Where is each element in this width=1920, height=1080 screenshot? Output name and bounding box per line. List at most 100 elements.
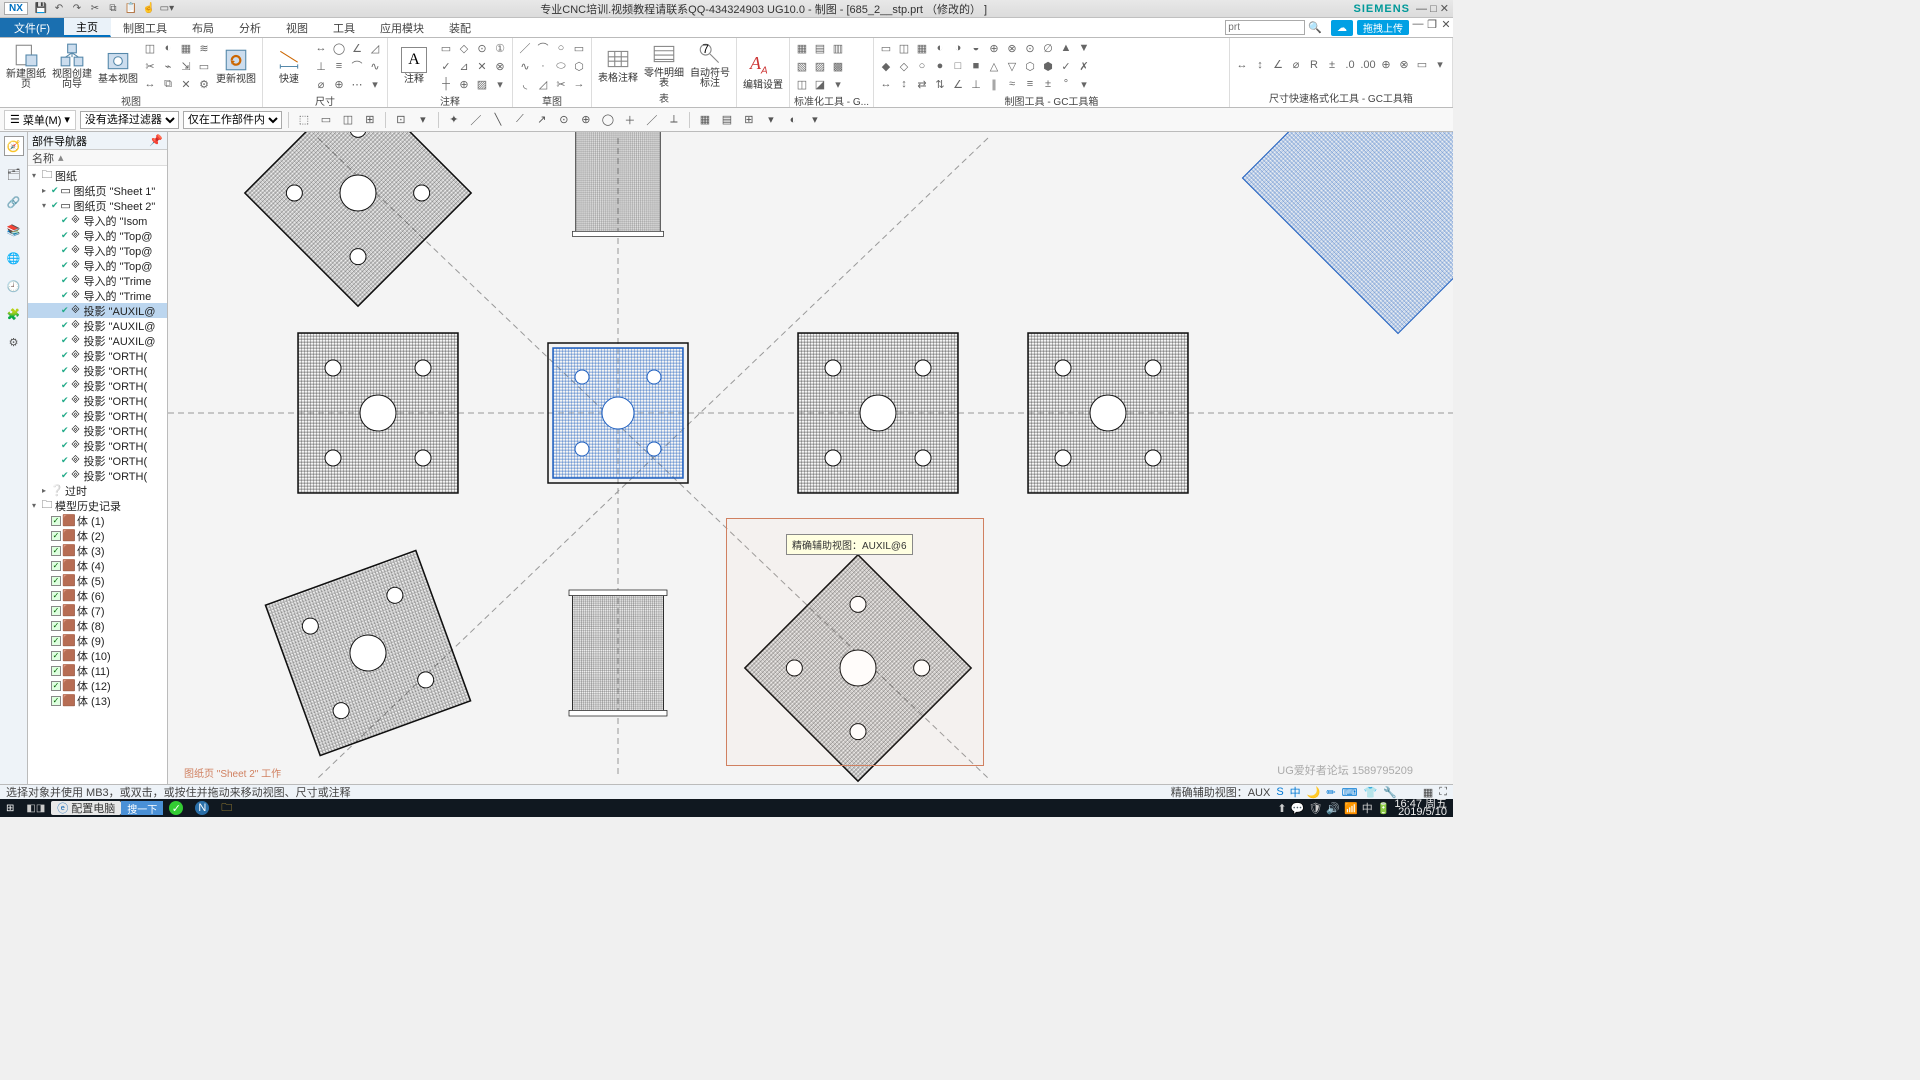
rapid-dimension-button[interactable]: 快速 <box>267 47 311 85</box>
view-align-icon[interactable]: ⇲ <box>178 58 194 74</box>
tray-icon[interactable]: 💬 <box>1291 802 1305 815</box>
delete-view-icon[interactable]: ✕ <box>178 76 194 92</box>
copy-view-icon[interactable]: ⧉ <box>160 76 176 92</box>
rect-icon[interactable]: ▭ <box>571 40 587 56</box>
constraint-navigator-tab[interactable]: 🔗 <box>4 192 24 212</box>
tray-icon[interactable]: 🛡 <box>1308 802 1322 815</box>
dq-icon[interactable]: .0 <box>1342 57 1358 73</box>
history-tab[interactable]: 🕘 <box>4 276 24 296</box>
gc-icon[interactable]: △ <box>986 58 1002 74</box>
gc-icon[interactable]: ○ <box>914 58 930 74</box>
gc-icon[interactable]: ◑ <box>950 40 966 56</box>
view-icon[interactable]: ▾ <box>762 111 780 129</box>
status-full-icon[interactable]: ⛶ <box>1439 786 1447 799</box>
tree-row[interactable]: ✔🞜投影 "AUXIL@ <box>28 318 167 333</box>
base-view-button[interactable]: 基本视图 <box>96 47 140 85</box>
dim-drop-icon[interactable]: ▾ <box>367 76 383 92</box>
snap-icon[interactable]: ＋ <box>621 111 639 129</box>
dq-icon[interactable]: .00 <box>1360 57 1376 73</box>
ann-more-icon[interactable]: ▾ <box>492 76 508 92</box>
view-icon[interactable]: ▾ <box>806 111 824 129</box>
tree-row[interactable]: ✔🞜导入的 "Top@ <box>28 258 167 273</box>
move-view-icon[interactable]: ↔ <box>142 76 158 92</box>
chamfer-dim-icon[interactable]: ◿ <box>367 40 383 56</box>
crop-view-icon[interactable]: ✂ <box>142 58 158 74</box>
tray-icon[interactable]: ⬆ <box>1277 802 1286 815</box>
tree-row[interactable]: ✓🟫体 (2) <box>28 528 167 543</box>
gc-icon[interactable]: ⇅ <box>932 76 948 92</box>
view-prop-icon[interactable]: ⚙ <box>196 76 212 92</box>
sel-icon[interactable]: ⬚ <box>295 111 313 129</box>
gc-icon[interactable]: ⊗ <box>1004 40 1020 56</box>
circle-icon[interactable]: ○ <box>553 40 569 56</box>
ellipse-icon[interactable]: ⬭ <box>553 58 569 74</box>
gc-icon[interactable]: ⊕ <box>986 40 1002 56</box>
pin-icon[interactable]: 📌 <box>149 134 163 147</box>
tree-row[interactable]: ✓🟫体 (8) <box>28 618 167 633</box>
maximize-button[interactable]: □ <box>1430 3 1437 15</box>
std-icon-1[interactable]: ▦ <box>794 40 810 56</box>
selection-filter[interactable]: 没有选择过滤器 <box>80 111 179 129</box>
command-search-input[interactable] <box>1225 20 1305 35</box>
update-views-button[interactable]: 更新视图 <box>214 47 258 85</box>
tab-assembly[interactable]: 装配 <box>437 18 484 37</box>
tab-apps[interactable]: 应用模块 <box>368 18 437 37</box>
gc-icon[interactable]: ◒ <box>968 40 984 56</box>
view-icon[interactable]: ▤ <box>718 111 736 129</box>
app1-taskbar-button[interactable]: ✓ <box>163 799 189 817</box>
gc-icon[interactable]: ∥ <box>986 76 1002 92</box>
child-minimize-button[interactable]: — <box>1411 18 1425 37</box>
gc-icon[interactable]: ∅ <box>1040 40 1056 56</box>
search-taskbar-button[interactable]: 搜一下 <box>121 801 163 815</box>
surface-finish-icon[interactable]: ✓ <box>438 58 454 74</box>
intersect-icon[interactable]: ⊗ <box>492 58 508 74</box>
gc-icon[interactable]: □ <box>950 58 966 74</box>
tree-row[interactable]: ✔🞜投影 "ORTH( <box>28 453 167 468</box>
gc-icon[interactable]: ⇄ <box>914 76 930 92</box>
assembly-navigator-tab[interactable]: 🗂 <box>4 164 24 184</box>
periodic-dim-icon[interactable]: ∿ <box>367 58 383 74</box>
browser-taskbar-button[interactable]: ⓔ配置电脑 <box>51 801 121 815</box>
roles-tab[interactable]: 🧩 <box>4 304 24 324</box>
tab-layout[interactable]: 布局 <box>180 18 227 37</box>
gc-icon[interactable]: ° <box>1058 76 1074 92</box>
linear-dim-icon[interactable]: ↔ <box>313 40 329 56</box>
snap-icon[interactable]: ✦ <box>445 111 463 129</box>
redo-icon[interactable]: ↷ <box>70 2 84 16</box>
gc-icon[interactable]: ↕ <box>896 76 912 92</box>
tree-row[interactable]: ✔🞜投影 "AUXIL@ <box>28 333 167 348</box>
snap-icon[interactable]: ⟂ <box>665 111 683 129</box>
polygon-icon[interactable]: ⬡ <box>571 58 587 74</box>
gc-icon[interactable]: ▾ <box>1076 76 1092 92</box>
std-icon-9[interactable]: ▾ <box>830 76 846 92</box>
gc-icon[interactable]: ⬢ <box>1040 58 1056 74</box>
gc-icon[interactable]: ↔ <box>878 76 894 92</box>
new-sheet-button[interactable]: 新建图纸页 <box>4 42 48 90</box>
arc-dim-icon[interactable]: ⌒ <box>349 58 365 74</box>
copy-icon[interactable]: ⧉ <box>106 2 120 16</box>
edit-settings-button[interactable]: AA编辑设置 <box>741 53 785 91</box>
centermark-icon[interactable]: ⊕ <box>456 76 472 92</box>
nx-taskbar-button[interactable]: N <box>189 799 215 817</box>
tree-row[interactable]: ✓🟫体 (11) <box>28 663 167 678</box>
status-icon[interactable]: 🌙 <box>1307 786 1321 799</box>
gc-icon[interactable]: ◇ <box>896 58 912 74</box>
search-icon[interactable]: 🔍 <box>1305 21 1325 34</box>
tray-icon[interactable]: 🔊 <box>1326 802 1340 815</box>
tree-row[interactable]: ✔🞜投影 "ORTH( <box>28 408 167 423</box>
view-bound-icon[interactable]: ▭ <box>196 58 212 74</box>
tree-row[interactable]: ✔🞜投影 "ORTH( <box>28 423 167 438</box>
dq-icon[interactable]: R <box>1306 57 1322 73</box>
status-icon[interactable]: 👕 <box>1363 786 1377 799</box>
std-icon-8[interactable]: ◪ <box>812 76 828 92</box>
system-tray[interactable]: ⬆💬🛡🔊📶中🔋 16:47 周五 2019/5/10 <box>1277 800 1453 816</box>
ordinate-dim-icon[interactable]: ⊥ <box>313 58 329 74</box>
dq-icon[interactable]: ± <box>1324 57 1340 73</box>
tree-row[interactable]: ✓🟫体 (10) <box>28 648 167 663</box>
sel-icon[interactable]: ▭ <box>317 111 335 129</box>
ime-icon[interactable]: S <box>1276 786 1283 798</box>
dq-icon[interactable]: ⊗ <box>1396 57 1412 73</box>
gc-icon[interactable]: ▲ <box>1058 40 1074 56</box>
file-menu[interactable]: 文件(F) <box>0 18 64 37</box>
dq-icon[interactable]: ▾ <box>1432 57 1448 73</box>
